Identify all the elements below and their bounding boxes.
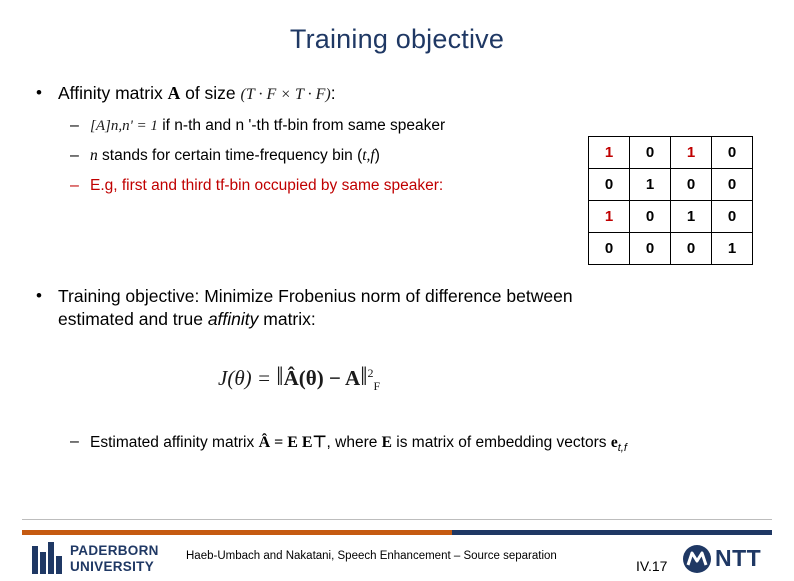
- paderborn-mark-icon: [32, 542, 66, 579]
- matrix-cell: 0: [670, 168, 712, 201]
- matrix-cell: 0: [629, 232, 671, 265]
- bullet-line1: Training objective: Minimize Frobenius n…: [58, 286, 573, 306]
- symbol-e: e: [610, 434, 618, 451]
- symbol-E: E: [381, 434, 392, 451]
- matrix-cell: 1: [670, 200, 712, 233]
- sub-bullet-text-c: is matrix of embedding vectors: [392, 434, 611, 451]
- matrix-cell: 1: [670, 136, 712, 169]
- formula-sub: F: [373, 379, 381, 394]
- matrix-cell: 1: [629, 168, 671, 201]
- slide: Training objective • Affinity matrix A of…: [0, 0, 794, 581]
- paderborn-line1: PADERBORN: [70, 543, 159, 558]
- bullet-line2-before: estimated and true: [58, 309, 208, 330]
- sub-bullet-text-b: , where: [326, 434, 382, 451]
- bullet-text-before: Affinity matrix: [58, 83, 168, 103]
- paderborn-logo: PADERBORN UNIVERSITY: [32, 542, 182, 576]
- objective-formula: J(θ) = ‖Â(θ) − A‖2F: [218, 362, 380, 394]
- matrix-cell: 0: [670, 232, 712, 265]
- bullet-affinity-matrix: • Affinity matrix A of size (T · F × T · …: [36, 82, 336, 105]
- matrix-cell: 0: [588, 168, 630, 201]
- bullet-line2-after: matrix:: [258, 309, 316, 330]
- sub-bullet-text: stands for certain time-frequency bin (: [97, 147, 363, 164]
- ntt-logo: NTT: [682, 543, 780, 575]
- formula-lhs: J(θ) =: [218, 366, 277, 390]
- matrix-cell: 0: [711, 136, 753, 169]
- sub-bullet-text: E.g, first and third tf-bin occupied by …: [90, 177, 444, 194]
- bullet-marker: •: [36, 286, 42, 305]
- table-row: 1 0 1 0: [588, 200, 753, 233]
- paderborn-line2: UNIVERSITY: [70, 558, 155, 574]
- matrix-cell: 0: [629, 136, 671, 169]
- matrix-cell: 0: [588, 232, 630, 265]
- bullet-text-after: :: [330, 83, 336, 103]
- bullet-training-objective: • Training objective: Minimize Frobenius …: [36, 285, 770, 331]
- sub-bullet-n-definition: – n stands for certain time-frequency bin…: [70, 146, 380, 167]
- sub-bullet-marker: –: [70, 177, 79, 194]
- table-row: 0 1 0 0: [588, 168, 753, 201]
- footer-text: Haeb-Umbach and Nakatani, Speech Enhance…: [186, 550, 557, 562]
- divider-grey: [22, 519, 772, 520]
- table-row: 1 0 1 0: [588, 136, 753, 169]
- sub-bullet-example: – E.g, first and third tf-bin occupied by…: [70, 176, 444, 197]
- page-number: IV.17: [636, 558, 668, 574]
- divider-blue: [452, 530, 772, 535]
- bullet-line2-italic: affinity: [207, 309, 259, 330]
- sub-bullet-text: if n-th and n '-th tf-bin from same spea…: [157, 117, 446, 134]
- matrix-cell: 1: [588, 200, 630, 233]
- formula-norm-close: ‖: [360, 362, 368, 391]
- bullet-marker: •: [36, 83, 42, 102]
- sub-bullet-marker: –: [70, 433, 79, 450]
- paderborn-wordmark: PADERBORN UNIVERSITY: [70, 543, 159, 575]
- formula-size: (T · F × T · F): [240, 86, 331, 103]
- ntt-mark-icon: [682, 544, 712, 579]
- table-row: 0 0 0 1: [588, 232, 753, 265]
- formula-estimated-affinity: Â = E E⊤: [258, 434, 327, 451]
- sub-bullet-marker: –: [70, 147, 79, 164]
- sub-bullet-marker: –: [70, 117, 79, 134]
- matrix-cell: 0: [711, 200, 753, 233]
- formula-sup: 2: [367, 366, 374, 380]
- sub-bullet-affinity-definition: – [A]n,n' = 1 if n-th and n '-th tf-bin f…: [70, 116, 446, 137]
- divider-orange: [22, 530, 452, 535]
- bullet-text-mid: of size: [180, 83, 241, 103]
- sub-bullet-text-a: Estimated affinity matrix: [90, 434, 259, 451]
- affinity-matrix-table: 1 0 1 0 0 1 0 0 1 0 1 0 0 0 0 1: [588, 136, 753, 265]
- formula-affinity-entry: [A]n,n' = 1: [90, 118, 158, 134]
- formula-norm-open: ‖: [276, 362, 284, 391]
- page-title: Training objective: [289, 24, 505, 54]
- ntt-wordmark: NTT: [715, 545, 762, 571]
- matrix-cell: 1: [711, 232, 753, 265]
- symbol-A: A: [167, 83, 181, 103]
- sub-bullet-estimated-affinity: – Estimated affinity matrix Â = E E⊤, whe…: [70, 432, 627, 456]
- symbol-tf: t,f: [362, 147, 375, 164]
- symbol-e-subscript: t,f: [617, 442, 627, 455]
- matrix-cell: 0: [629, 200, 671, 233]
- symbol-n: n: [90, 147, 98, 164]
- sub-bullet-text-close: ): [374, 147, 380, 164]
- formula-inner: Â(θ) − A: [283, 366, 361, 390]
- matrix-cell: 0: [711, 168, 753, 201]
- matrix-cell: 1: [588, 136, 630, 169]
